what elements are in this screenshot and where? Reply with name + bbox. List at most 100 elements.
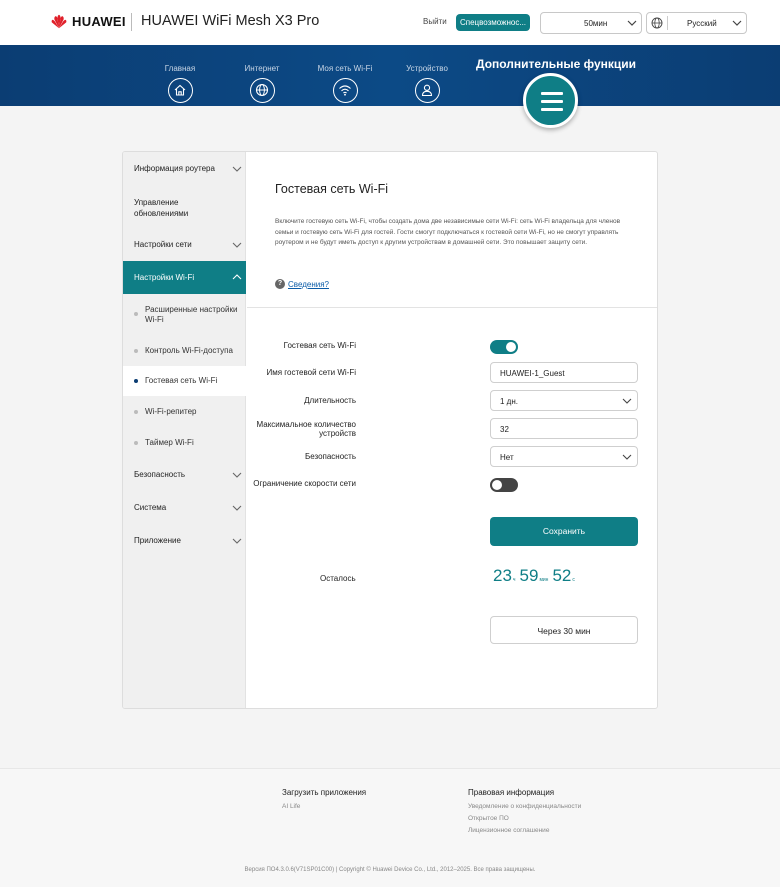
help-icon: ? [275, 279, 285, 289]
sidebar-sub-label: Таймер Wi-Fi [145, 438, 194, 447]
help-link-text: Сведения? [288, 279, 329, 289]
huawei-logo-icon [51, 14, 67, 29]
globe-icon [651, 17, 663, 29]
nav-internet[interactable]: Интернет [227, 64, 297, 103]
chevron-down-icon [232, 538, 242, 544]
sidebar: Информация роутера Управление обновлениям… [123, 152, 246, 708]
footer-link-open-source[interactable]: Открытое ПО [468, 815, 509, 822]
sidebar-item-label-line: обновлениями [134, 209, 189, 218]
sidebar-item-application[interactable]: Приложение [123, 524, 246, 557]
home-icon [167, 78, 193, 103]
user-icon [414, 78, 440, 103]
chevron-down-icon [622, 454, 632, 460]
security-label: Безопасность [304, 452, 356, 461]
ssid-input[interactable]: HUAWEI-1_Guest [490, 362, 638, 383]
sidebar-sub-wifi-timer[interactable]: Таймер Wi-Fi [123, 427, 246, 458]
nav-extra-features[interactable]: Дополнительные функции [476, 57, 636, 71]
sidebar-item-wifi-settings[interactable]: Настройки Wi-Fi [123, 261, 246, 294]
after-30-min-button[interactable]: Через 30 мин [490, 616, 638, 644]
sidebar-item-security[interactable]: Безопасность [123, 458, 246, 491]
section-divider [247, 307, 657, 308]
sidebar-sub-label-line: Расширенные настройки [145, 305, 238, 314]
menu-line [541, 100, 563, 103]
language-value: Русский [687, 19, 717, 28]
nav-my-wifi[interactable]: Моя сеть Wi-Fi [310, 64, 380, 103]
security-select[interactable]: Нет [490, 446, 638, 467]
bullet [134, 379, 138, 383]
save-button[interactable]: Сохранить [490, 517, 638, 546]
sidebar-sub-label-line: Wi-Fi [145, 315, 164, 324]
bullet [134, 410, 138, 414]
sidebar-item-network-settings[interactable]: Настройки сети [123, 229, 246, 261]
sidebar-item-label-line: Управление [134, 198, 179, 207]
bullet [134, 312, 138, 316]
duration-select[interactable]: 1 дн. [490, 390, 638, 411]
sidebar-sub-repeater[interactable]: Wi-Fi-репитер [123, 396, 246, 427]
footer: Загрузить приложения AI Life Правовая ин… [0, 768, 780, 887]
language-select[interactable]: Русский [646, 12, 747, 34]
ssid-value: HUAWEI-1_Guest [500, 369, 565, 378]
bullet [134, 441, 138, 445]
accessibility-button[interactable]: Спецвозможнос... [456, 14, 530, 31]
product-name: HUAWEI WiFi Mesh X3 Pro [141, 13, 320, 29]
footer-link-license[interactable]: Лицензионное соглашение [468, 827, 549, 834]
footer-legal-title: Правовая информация [468, 788, 555, 797]
speed-limit-label: Ограничение скорости сети [253, 479, 356, 488]
timer-hours: 23 [493, 566, 512, 585]
timer-seconds-unit: с [572, 577, 575, 583]
sidebar-sub-advanced-wifi[interactable]: Расширенные настройки Wi-Fi [123, 294, 246, 334]
timer-seconds: 52 [552, 566, 572, 585]
nav-home-label: Главная [164, 64, 196, 73]
sidebar-item-updates[interactable]: Управление обновлениями [123, 185, 246, 229]
footer-apps-title: Загрузить приложения [282, 788, 367, 797]
toggle-knob [492, 480, 502, 490]
content-panel: Гостевая сеть Wi-Fi Включите гостевую се… [247, 152, 657, 708]
timeout-value: 50мин [584, 19, 608, 28]
timeout-select[interactable]: 50мин [540, 12, 642, 34]
max-devices-label-line: устройств [319, 429, 356, 438]
wifi-icon [332, 78, 358, 103]
sidebar-sub-label: Расширенные настройки Wi-Fi [145, 305, 237, 325]
remaining-label: Осталось [320, 574, 356, 583]
nav-internet-label: Интернет [244, 64, 280, 73]
sidebar-item-system[interactable]: Система [123, 491, 246, 524]
sidebar-sub-access-control[interactable]: Контроль Wi-Fi-доступа [123, 334, 246, 366]
logout-link[interactable]: Выйти [423, 17, 447, 26]
sidebar-item-label: Информация роутера [134, 164, 215, 173]
sidebar-item-label: Система [134, 503, 167, 512]
help-link[interactable]: ? Сведения? [275, 279, 329, 289]
sidebar-sub-label: Контроль Wi-Fi-доступа [145, 346, 233, 355]
chevron-down-icon [627, 20, 637, 26]
footer-link-privacy[interactable]: Уведомление о конфиденциальности [468, 803, 581, 810]
menu-icon[interactable] [523, 73, 578, 128]
sidebar-item-label: Приложение [134, 536, 181, 545]
security-value: Нет [500, 453, 514, 462]
settings-card: Информация роутера Управление обновлениям… [122, 151, 658, 709]
chevron-down-icon [232, 166, 242, 172]
max-devices-input[interactable]: 32 [490, 418, 638, 439]
chevron-up-icon [232, 274, 242, 280]
copyright: Версия ПО4.3.0.6(V71SP01C00) | Copyright… [244, 867, 536, 873]
sidebar-item-router-info[interactable]: Информация роутера [123, 152, 246, 185]
chevron-down-icon [732, 20, 742, 26]
timer-minutes-unit: мин [539, 577, 549, 583]
page-title: Гостевая сеть Wi-Fi [275, 182, 389, 196]
timer-minutes: 59 [519, 566, 539, 585]
nav-device-label: Устройство [406, 64, 448, 73]
globe-icon [249, 78, 275, 103]
top-bar: HUAWEI HUAWEI WiFi Mesh X3 Pro Выйти Спе… [0, 0, 780, 45]
guest-wifi-label: Гостевая сеть Wi-Fi [283, 341, 356, 350]
remaining-timer: 23 ч 59 мин 52 с [493, 566, 579, 586]
guest-wifi-toggle[interactable] [490, 340, 518, 354]
duration-label: Длительность [304, 396, 356, 405]
chevron-down-icon [622, 398, 632, 404]
sidebar-item-label: Безопасность [134, 470, 186, 479]
sidebar-sub-guest-wifi[interactable]: Гостевая сеть Wi-Fi [123, 366, 246, 396]
header-divider [131, 13, 132, 31]
nav-home[interactable]: Главная [145, 64, 215, 103]
brand-name: HUAWEI [72, 13, 126, 29]
nav-device[interactable]: Устройство [392, 64, 462, 103]
toggle-knob [506, 342, 516, 352]
footer-link-ai-life[interactable]: AI Life [282, 803, 300, 810]
speed-limit-toggle[interactable] [490, 478, 518, 492]
